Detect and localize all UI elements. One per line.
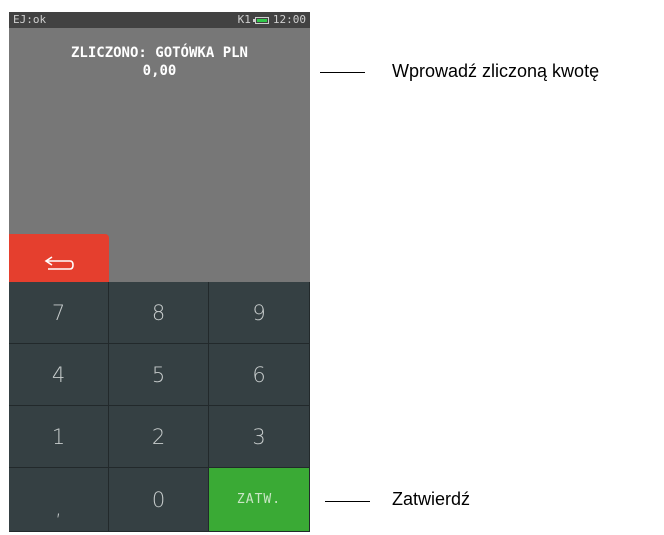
- key-5[interactable]: 5: [109, 344, 209, 406]
- amount-callout-label: Wprowadź zliczoną kwotę: [392, 61, 600, 81]
- key-8[interactable]: 8: [109, 282, 209, 344]
- key-comma[interactable]: ,: [9, 468, 109, 532]
- status-bar: EJ:ok K1 12:00: [9, 12, 310, 28]
- key-0[interactable]: 0: [109, 468, 209, 532]
- key-1[interactable]: 1: [9, 406, 109, 468]
- mode-indicator: K1: [237, 13, 251, 26]
- clock: 12:00: [272, 13, 306, 26]
- confirm-button[interactable]: ZATW.: [209, 468, 310, 532]
- key-3[interactable]: 3: [209, 406, 310, 468]
- numeric-keypad: 7 8 9 4 5 6 1 2 3 , 0 ZATW.: [9, 282, 310, 532]
- key-2[interactable]: 2: [109, 406, 209, 468]
- confirm-callout-line: [325, 501, 370, 502]
- key-9[interactable]: 9: [209, 282, 310, 344]
- confirm-callout-label: Zatwierdź: [392, 489, 471, 509]
- display-title: ZLICZONO: GOTÓWKA PLN: [70, 45, 248, 61]
- key-4[interactable]: 4: [9, 344, 109, 406]
- key-6[interactable]: 6: [209, 344, 310, 406]
- amount-value: 0,00: [142, 63, 177, 79]
- amount-callout-line: [320, 72, 365, 73]
- status-right-group: K1 12:00: [238, 12, 306, 28]
- key-7[interactable]: 7: [9, 282, 109, 344]
- ej-status: EJ:ok: [13, 13, 47, 26]
- battery-icon: [252, 16, 269, 24]
- pos-device-screen: EJ:ok K1 12:00 ZLICZONO: GOTÓWKA PLN 0,0…: [9, 12, 310, 532]
- return-arrow-icon: [44, 256, 74, 270]
